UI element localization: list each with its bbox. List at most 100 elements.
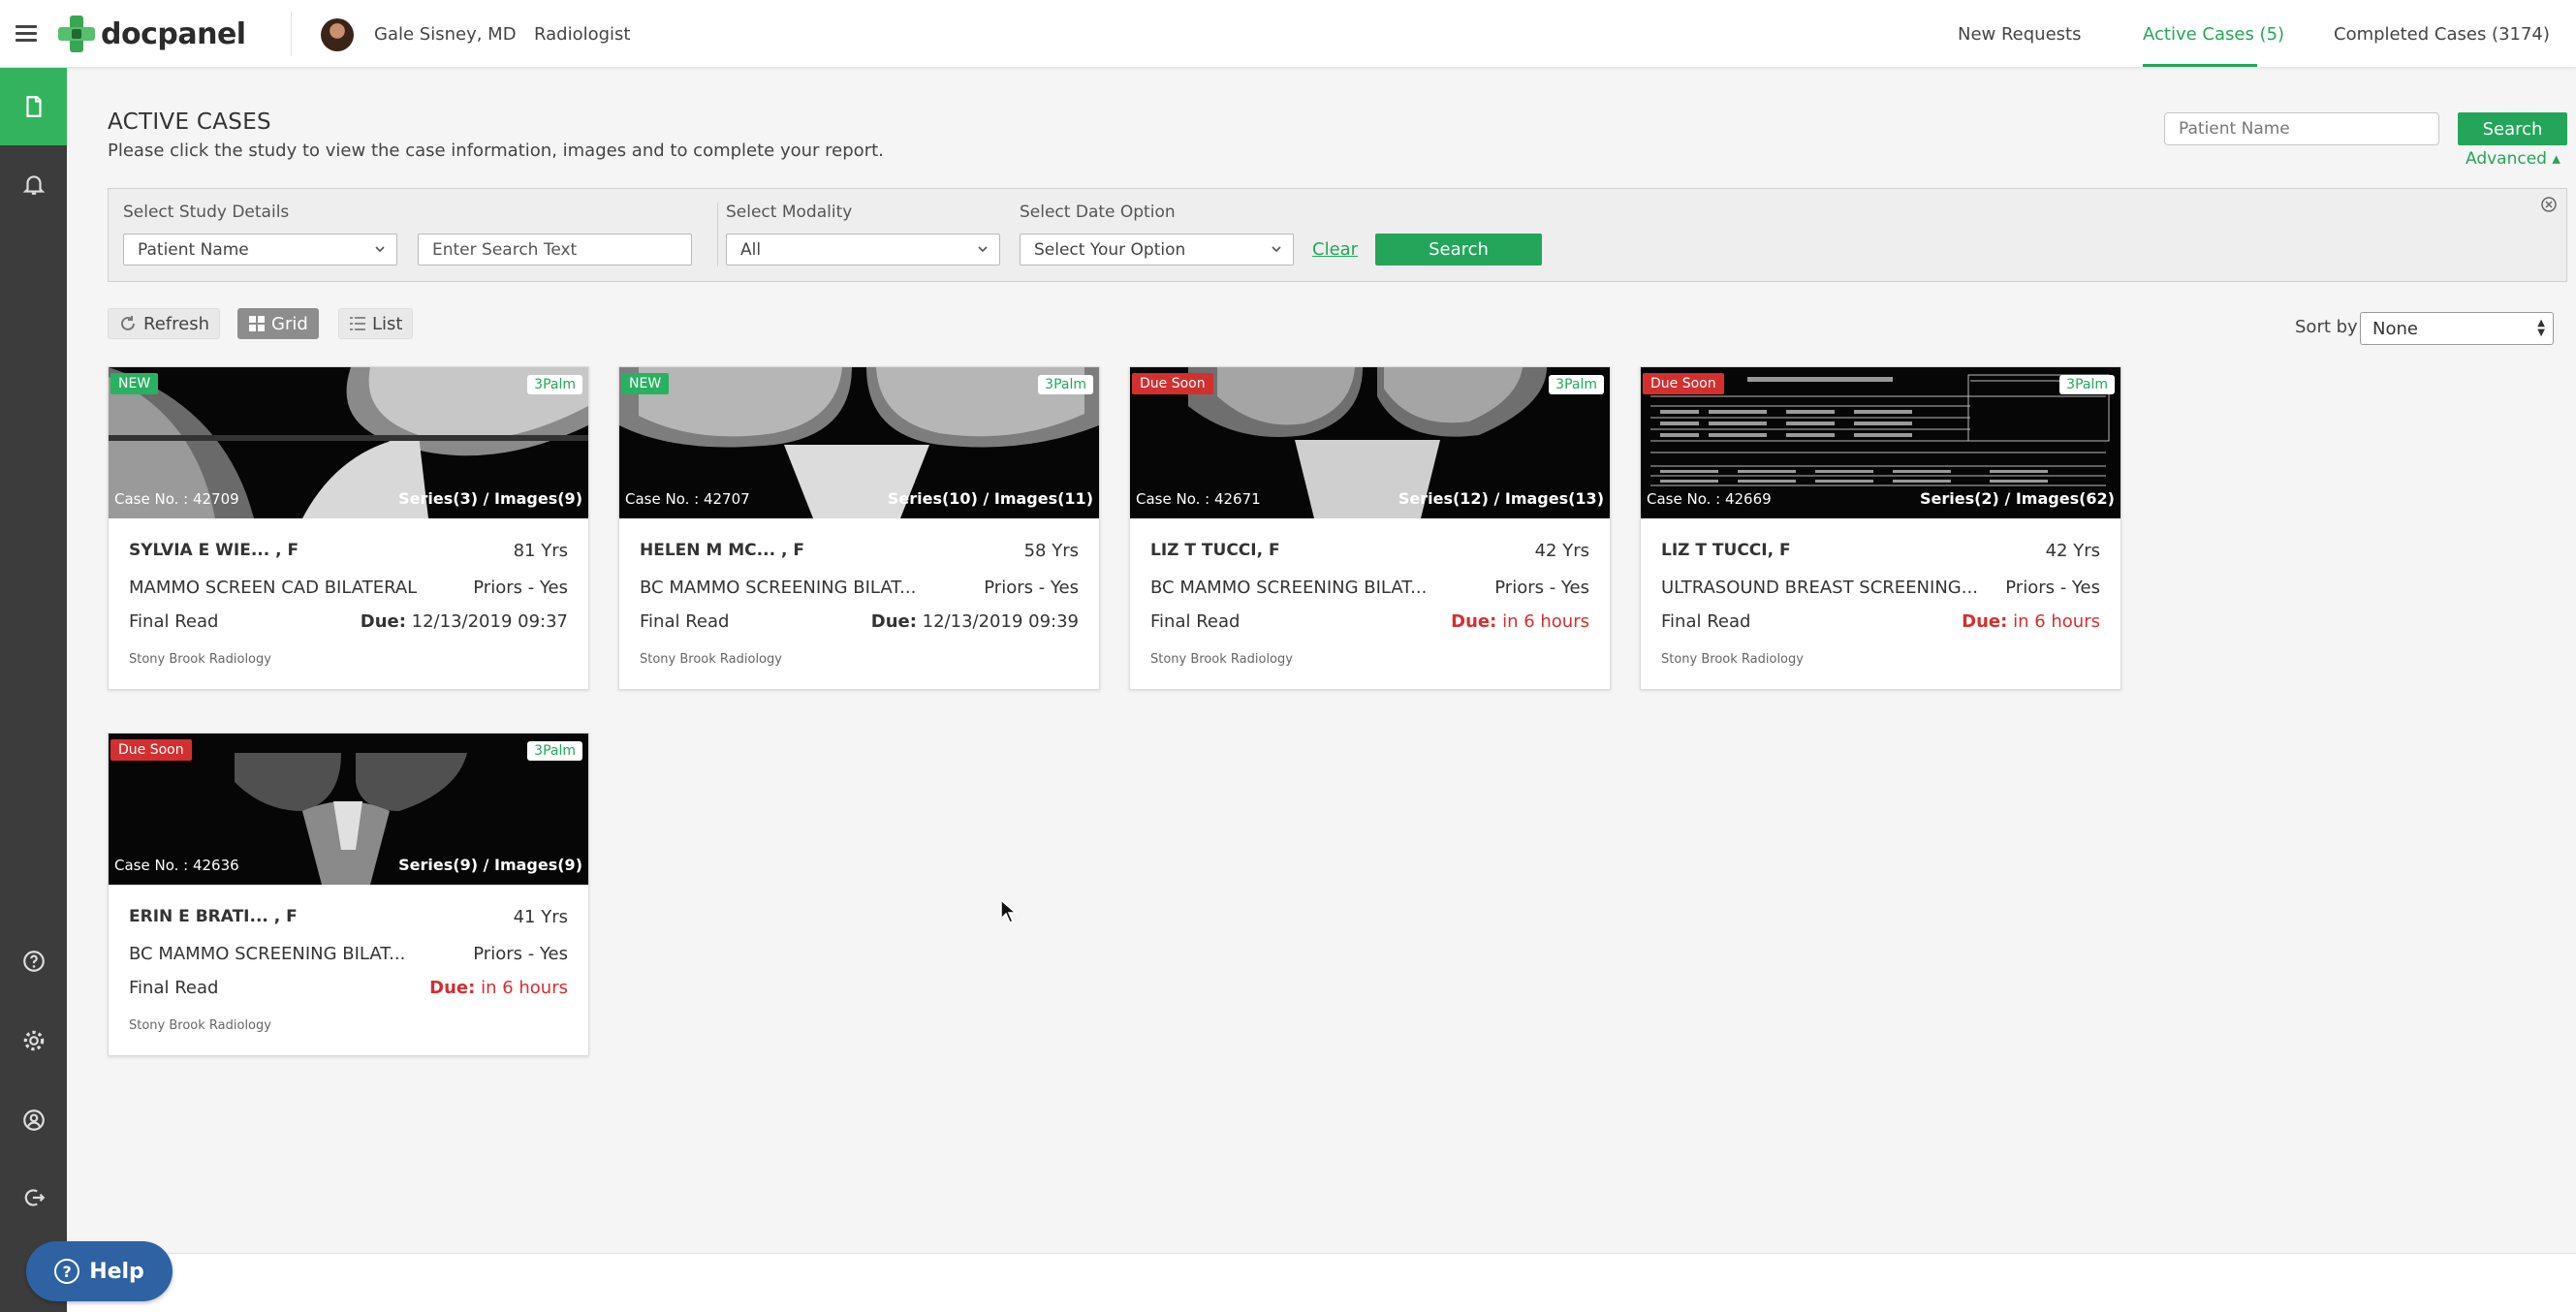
search-text-input[interactable]	[418, 234, 692, 266]
advanced-filter-panel: Select Study Details Patient Name Select…	[108, 188, 2567, 282]
clear-filters-link[interactable]: Clear	[1312, 239, 1358, 260]
sort-by-label: Sort by	[2295, 317, 2358, 337]
logout-icon	[24, 1189, 45, 1206]
priors-status: Priors - Yes	[473, 944, 568, 964]
sidebar-item-logout[interactable]	[0, 1159, 67, 1236]
user-role: Radiologist	[534, 24, 631, 45]
due-value: in 6 hours	[2013, 611, 2100, 632]
patient-name: LIZ T TUCCI, F	[1661, 541, 1791, 560]
case-card[interactable]: Due Soon 3Palm Case No. : 42636 Series(9…	[108, 733, 589, 1056]
help-circle-icon	[22, 951, 45, 972]
read-type: Final Read	[1661, 611, 1751, 632]
modality-value: All	[740, 239, 762, 260]
study-description: ULTRASOUND BREAST SCREENING...	[1661, 578, 1978, 598]
case-status-badge: NEW	[621, 373, 670, 394]
due-label: Due:	[429, 978, 476, 998]
patient-name-search-input[interactable]	[2164, 112, 2439, 145]
hamburger-menu-icon[interactable]	[12, 21, 41, 47]
sidebar	[0, 68, 67, 1312]
study-description: BC MAMMO SCREENING BILAT...	[640, 578, 917, 598]
refresh-button[interactable]: Refresh	[108, 308, 220, 339]
series-images-count: Series(9) / Images(9)	[398, 856, 582, 874]
facility-name: Stony Brook Radiology	[1661, 652, 1804, 667]
list-view-button[interactable]: List	[338, 308, 414, 339]
case-number: Case No. : 42671	[1136, 490, 1261, 508]
filter-search-button[interactable]: Search	[1375, 234, 1542, 266]
case-card[interactable]: NEW 3Palm Case No. : 42709 Series(3) / I…	[108, 366, 589, 690]
sidebar-item-cases[interactable]	[0, 68, 67, 145]
modality-label: Select Modality	[726, 203, 853, 222]
list-icon	[350, 317, 365, 330]
due-date: Due: in 6 hours	[1451, 611, 1589, 632]
patient-name: LIZ T TUCCI, F	[1150, 541, 1280, 560]
study-details-value: Patient Name	[138, 239, 249, 260]
vendor-badge: 3Palm	[1038, 375, 1093, 394]
patient-name: ERIN E BRATI... , F	[129, 907, 298, 926]
top-bar: docpanel Gale Sisney, MD Radiologist New…	[0, 0, 2576, 68]
active-tab-indicator	[2143, 64, 2257, 67]
question-icon: ?	[54, 1259, 80, 1284]
read-type: Final Read	[129, 611, 219, 632]
case-status-badge: NEW	[110, 373, 159, 394]
close-icon[interactable]	[2539, 195, 2559, 214]
date-option-label: Select Date Option	[1020, 203, 1176, 222]
due-value: 12/13/2019 09:37	[411, 611, 568, 632]
mouse-cursor-icon	[1000, 899, 1018, 923]
case-thumbnail: NEW 3Palm Case No. : 42709 Series(3) / I…	[109, 367, 588, 518]
vendor-badge: 3Palm	[527, 375, 582, 394]
user-circle-icon	[22, 1109, 45, 1131]
sidebar-item-settings[interactable]	[0, 1002, 67, 1079]
sort-select[interactable]: None ▲ ▼	[2360, 312, 2554, 345]
study-details-select[interactable]: Patient Name	[123, 234, 397, 266]
case-card[interactable]: Due Soon 3Palm Case No. : 42671 Series(1…	[1129, 366, 1611, 690]
sidebar-item-help[interactable]	[0, 922, 67, 1000]
facility-name: Stony Brook Radiology	[129, 652, 271, 667]
chevron-down-icon	[375, 246, 385, 253]
tab-completed-cases[interactable]: Completed Cases (3174)	[2334, 24, 2550, 45]
facility-name: Stony Brook Radiology	[640, 652, 782, 667]
priors-status: Priors - Yes	[473, 578, 568, 598]
date-option-select[interactable]: Select Your Option	[1020, 234, 1294, 266]
advanced-toggle-link[interactable]: Advanced ▴	[2466, 149, 2560, 169]
patient-age: 42 Yrs	[2045, 541, 2100, 561]
help-button[interactable]: ? Help	[26, 1241, 173, 1301]
read-type: Final Read	[1150, 611, 1241, 632]
grid-icon	[249, 316, 265, 331]
gear-icon	[23, 1030, 44, 1051]
case-status-badge: Due Soon	[1643, 373, 1724, 394]
chevron-down-icon	[1272, 246, 1281, 253]
priors-status: Priors - Yes	[2005, 578, 2100, 598]
patient-age: 81 Yrs	[513, 541, 568, 561]
sidebar-item-notifications[interactable]	[0, 145, 67, 223]
due-label: Due:	[870, 611, 917, 632]
grid-view-button[interactable]: Grid	[237, 308, 319, 339]
case-number: Case No. : 42669	[1647, 490, 1772, 508]
logo-cross-icon	[56, 14, 97, 54]
case-card[interactable]: NEW 3Palm Case No. : 42707 Series(10) / …	[618, 366, 1100, 690]
sidebar-item-profile[interactable]	[0, 1081, 67, 1159]
logo[interactable]: docpanel	[56, 14, 246, 54]
due-date: Due: in 6 hours	[429, 978, 568, 998]
avatar[interactable]	[321, 18, 354, 51]
list-label: List	[372, 313, 403, 334]
series-images-count: Series(3) / Images(9)	[398, 489, 582, 508]
case-thumbnail: Due Soon 3Palm Case No. : 42671 Series(1…	[1130, 367, 1610, 518]
case-status-badge: Due Soon	[1132, 373, 1213, 394]
case-thumbnail: Due Soon 3Palm Case No. : 42636 Series(9…	[109, 734, 588, 885]
case-thumbnail: NEW 3Palm Case No. : 42707 Series(10) / …	[619, 367, 1099, 518]
grid-label: Grid	[271, 313, 308, 334]
case-card[interactable]: Due Soon 3Palm Case No. : 42669 Series(2…	[1640, 366, 2121, 690]
study-description: BC MAMMO SCREENING BILAT...	[1150, 578, 1428, 598]
modality-select[interactable]: All	[726, 234, 1000, 266]
quick-search-button[interactable]: Search	[2458, 112, 2567, 145]
tab-new-requests[interactable]: New Requests	[1958, 24, 2081, 45]
tab-active-cases[interactable]: Active Cases (5)	[2143, 24, 2284, 45]
due-label: Due:	[360, 611, 406, 632]
due-label: Due:	[1451, 611, 1497, 632]
refresh-label: Refresh	[143, 313, 209, 334]
due-value: 12/13/2019 09:39	[922, 611, 1079, 632]
read-type: Final Read	[129, 978, 219, 998]
due-label: Due:	[1962, 611, 2008, 632]
priors-status: Priors - Yes	[1494, 578, 1589, 598]
vendor-badge: 3Palm	[2059, 375, 2115, 394]
